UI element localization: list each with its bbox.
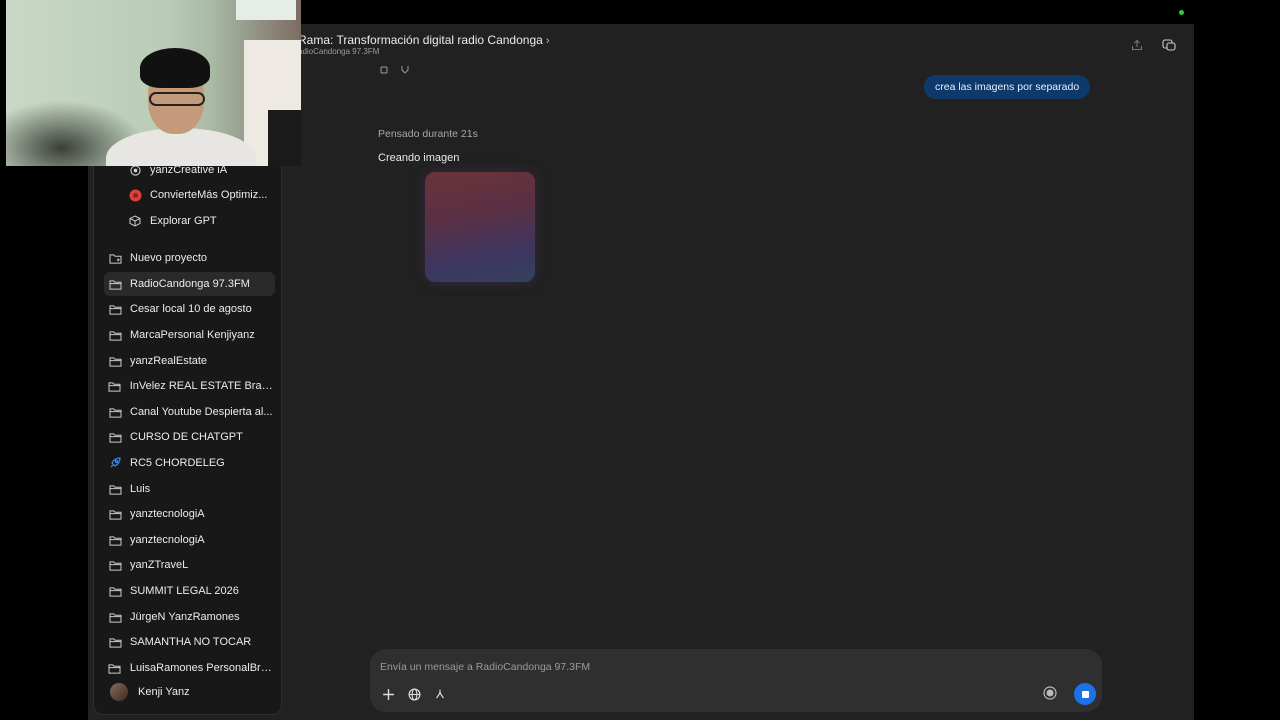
tools-icon	[436, 689, 444, 699]
sidebar-item-yanzrealestate[interactable]: yanzRealEstate	[104, 349, 275, 373]
rocket-icon	[104, 457, 126, 469]
sidebar-item-label: LuisaRamones PersonalBra...	[129, 662, 275, 674]
sidebar-item-invelez[interactable]: InVelez REAL ESTATE Bran...	[104, 374, 275, 398]
sidebar-item-label: yanztecnologiA	[130, 534, 205, 546]
generating-image-placeholder	[425, 172, 535, 282]
user-name: Kenji Yanz	[138, 686, 190, 698]
sidebar-item-label: yanZTraveL	[130, 559, 189, 571]
folder-icon	[104, 509, 126, 520]
sidebar-item-label: Explorar GPT	[150, 215, 217, 227]
webcam-overlay	[6, 0, 301, 166]
user-profile[interactable]: Kenji Yanz	[110, 683, 190, 701]
add-button[interactable]	[379, 685, 397, 703]
voice-mode-button[interactable]	[1043, 686, 1059, 702]
folder-icon	[104, 586, 126, 597]
sidebar-item-curso-chatgpt[interactable]: CURSO DE CHATGPT	[104, 425, 275, 449]
folder-icon	[104, 535, 126, 546]
sidebar-item-label: JürgeN YanzRamones	[130, 611, 240, 623]
sidebar-item-label: ConvierteMás Optimiz...	[150, 189, 268, 201]
folder-icon	[104, 330, 126, 341]
tools-button[interactable]	[431, 685, 449, 703]
sidebar-item-label: Canal Youtube Despierta al...	[130, 406, 273, 418]
folder-icon	[104, 484, 126, 495]
branch-icon[interactable]	[400, 62, 410, 74]
sidebar-item-label: Luis	[130, 483, 151, 495]
red-dot-icon	[128, 189, 142, 202]
sidebar-item-samantha[interactable]: SAMANTHA NO TOCAR	[104, 630, 275, 654]
new-window-icon	[1162, 39, 1176, 51]
conversation-title[interactable]: Rama: Transformación digital radio Cando…	[298, 33, 549, 47]
project-subtitle: adioCandonga 97.3FM	[298, 47, 380, 56]
camera-indicator-dot	[1179, 10, 1184, 15]
new-folder-icon	[104, 253, 126, 264]
sidebar-item-rc5-chordeleg[interactable]: RC5 CHORDELEG	[104, 451, 275, 475]
sidebar-item-label: Nuevo proyecto	[130, 252, 208, 264]
sidebar-item-label: CURSO DE CHATGPT	[130, 431, 243, 443]
plus-icon	[382, 688, 394, 700]
sidebar-item-yanztecnologia-1[interactable]: yanztecnologiA	[104, 502, 275, 526]
stop-icon	[1081, 690, 1089, 698]
message-composer	[370, 649, 1102, 712]
sidebar-item-luisaramones[interactable]: LuisaRamones PersonalBra...	[104, 656, 275, 680]
folder-icon	[104, 663, 126, 674]
folder-icon	[104, 356, 126, 367]
folder-icon	[104, 279, 126, 290]
sidebar-item-label: Cesar local 10 de agosto	[130, 303, 252, 315]
sidebar-item-label: yanzRealEstate	[130, 355, 208, 367]
sidebar-item-label: yanztecnologiA	[130, 508, 205, 520]
sidebar-item-label: RC5 CHORDELEG	[130, 457, 225, 469]
web-search-button[interactable]	[405, 685, 423, 703]
stop-generating-button[interactable]	[1074, 683, 1096, 705]
sidebar-item-label: MarcaPersonal Kenjiyanz	[130, 329, 255, 341]
sidebar-item-radiocandonga[interactable]: RadioCandonga 97.3FM	[104, 272, 275, 296]
gpt-icon	[128, 164, 142, 176]
sidebar-item-canal-youtube[interactable]: Canal Youtube Despierta al...	[104, 400, 275, 424]
thinking-duration[interactable]: Pensado durante 21s	[378, 128, 478, 140]
folder-icon	[104, 612, 126, 623]
message-input[interactable]	[380, 659, 980, 675]
sidebar-item-yanztecnologia-2[interactable]: yanztecnologiA	[104, 528, 275, 552]
copy-icon[interactable]	[380, 62, 390, 74]
sidebar-item-marcapersonal[interactable]: MarcaPersonal Kenjiyanz	[104, 323, 275, 347]
sidebar-item-luis[interactable]: Luis	[104, 477, 275, 501]
conversation-title-text: Rama: Transformación digital radio Cando…	[298, 33, 543, 47]
chevron-right-icon: ›	[545, 35, 550, 47]
folder-icon	[104, 381, 126, 392]
avatar	[110, 683, 128, 701]
sidebar-item-label: RadioCandonga 97.3FM	[130, 278, 250, 290]
sidebar-item-yanztravel[interactable]: yanZTraveL	[104, 553, 275, 577]
folder-icon	[104, 637, 126, 648]
sidebar-item-cesar-local[interactable]: Cesar local 10 de agosto	[104, 297, 275, 321]
sidebar-item-new-project[interactable]: Nuevo proyecto	[104, 246, 275, 270]
globe-icon	[407, 687, 421, 701]
folder-icon	[104, 560, 126, 571]
new-window-button[interactable]	[1158, 34, 1180, 56]
user-message-bubble: crea las imagens por separado	[924, 75, 1091, 99]
share-icon	[1131, 39, 1143, 51]
folder-icon	[104, 407, 126, 418]
folder-icon	[104, 432, 126, 443]
image-generation-status: Creando imagen	[378, 152, 460, 164]
sidebar-gpt-conviertemas[interactable]: ConvierteMás Optimiz...	[128, 183, 278, 207]
sidebar-item-summit-legal[interactable]: SUMMIT LEGAL 2026	[104, 579, 275, 603]
cube-icon	[128, 215, 142, 227]
sidebar-explore-gpts[interactable]: Explorar GPT	[128, 209, 278, 233]
sidebar-item-label: SUMMIT LEGAL 2026	[130, 585, 239, 597]
folder-icon	[104, 304, 126, 315]
sidebar-item-label: InVelez REAL ESTATE Bran...	[129, 380, 275, 392]
sidebar-item-jurgen[interactable]: JürgeN YanzRamones	[104, 605, 275, 629]
voice-icon	[1043, 686, 1057, 700]
sidebar-item-label: SAMANTHA NO TOCAR	[130, 636, 252, 648]
share-button[interactable]	[1126, 34, 1148, 56]
